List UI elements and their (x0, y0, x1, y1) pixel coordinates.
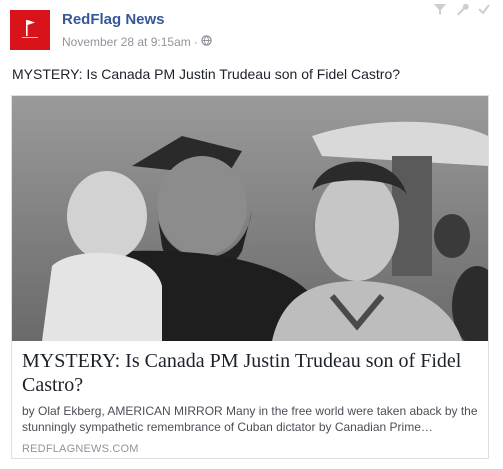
check-icon[interactable] (477, 2, 491, 21)
post-status-text: MYSTERY: Is Canada PM Justin Trudeau son… (12, 66, 401, 82)
black-and-white-photo (12, 96, 488, 341)
post-timestamp[interactable]: November 28 at 9:15am (62, 35, 191, 49)
link-preview-image[interactable] (12, 96, 488, 341)
filter-icon[interactable] (433, 2, 447, 21)
link-preview-domain: REDFLAGNEWS.COM (22, 443, 139, 455)
link-preview-card[interactable]: MYSTERY: Is Canada PM Justin Trudeau son… (11, 95, 489, 459)
post-options (433, 2, 491, 21)
link-preview-description: by Olaf Ekberg, AMERICAN MIRROR Many in … (22, 404, 478, 434)
post-meta: November 28 at 9:15am · (62, 35, 212, 49)
link-preview-title[interactable]: MYSTERY: Is Canada PM Justin Trudeau son… (22, 349, 478, 397)
red-flag-logo (22, 20, 38, 38)
facebook-post: RedFlag News November 28 at 9:15am · MYS… (0, 0, 503, 469)
link-preview-body: MYSTERY: Is Canada PM Justin Trudeau son… (12, 341, 488, 455)
wrench-icon[interactable] (455, 2, 469, 21)
page-avatar[interactable] (10, 10, 50, 50)
page-name-link[interactable]: RedFlag News (62, 11, 165, 28)
globe-icon[interactable] (201, 35, 212, 49)
meta-separator: · (193, 35, 198, 49)
